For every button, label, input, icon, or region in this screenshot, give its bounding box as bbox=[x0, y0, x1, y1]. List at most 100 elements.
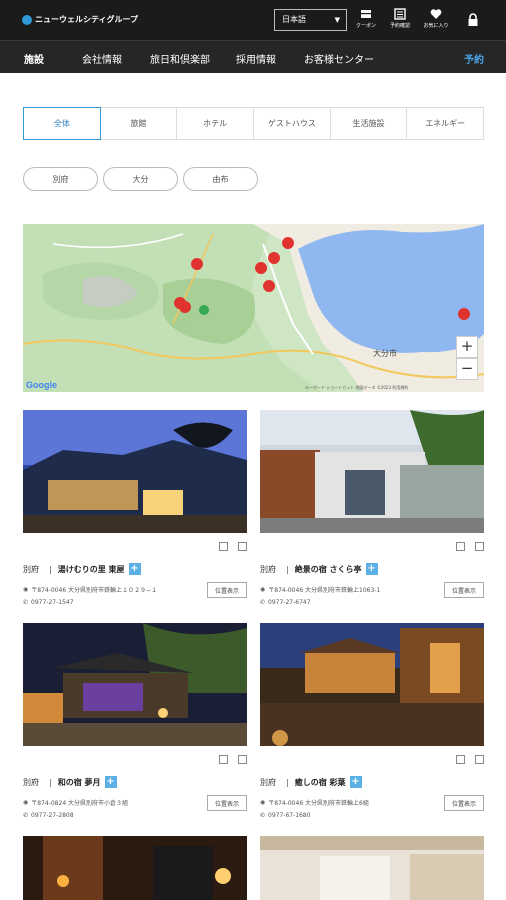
plus-icon[interactable]: + bbox=[365, 563, 378, 575]
coupon-label: クーポン bbox=[355, 23, 376, 29]
calendar-icon[interactable] bbox=[238, 542, 247, 551]
facility-photo[interactable] bbox=[23, 836, 247, 900]
map-attribution: キーボード ショートカット 地図データ ©2023 利用規約 bbox=[305, 384, 408, 390]
plus-icon[interactable]: + bbox=[104, 776, 117, 788]
phone-text[interactable]: 0977-27-1547 bbox=[31, 599, 74, 606]
nav-item-facilities[interactable]: 施設 bbox=[24, 51, 44, 66]
pin-icon: ◉ bbox=[260, 586, 266, 593]
card-name[interactable]: 癒しの宿 彩葉 bbox=[295, 777, 346, 788]
nav-item-recruit[interactable]: 採用情報 bbox=[236, 51, 276, 66]
facility-card[interactable]: 別府 | 和の宿 夢月 + ◉ 〒874-0824 大分県別府市小倉３組 ✆ 097… bbox=[23, 623, 247, 819]
language-value: 日本語 bbox=[282, 15, 306, 24]
card-actions bbox=[219, 542, 247, 551]
map-provider-logo: Google bbox=[26, 380, 57, 390]
phone-text[interactable]: 0977-67-1680 bbox=[268, 812, 311, 819]
calendar-icon[interactable] bbox=[475, 755, 484, 764]
zoom-out-button[interactable]: − bbox=[456, 358, 478, 380]
show-location-button[interactable]: 位置表示 bbox=[444, 795, 484, 811]
card-area: 別府 bbox=[260, 777, 276, 787]
reserve-link[interactable]: 予約 bbox=[464, 51, 484, 66]
phone-icon: ✆ bbox=[260, 599, 266, 606]
card-title: 別府 | 絶景の宿 さくら亭 + bbox=[260, 563, 378, 575]
zoom-in-button[interactable]: + bbox=[456, 336, 478, 358]
language-select[interactable]: 日本語 ▼ bbox=[274, 9, 347, 31]
nav-item-club[interactable]: 旅日和倶楽部 bbox=[150, 51, 210, 66]
facility-photo[interactable] bbox=[23, 623, 247, 746]
plus-icon[interactable]: + bbox=[349, 776, 362, 788]
facility-card[interactable]: 別府 | 癒しの宿 彩葉 + ◉ 〒874-0046 大分県別府市鉄輪上6組 ✆ 0… bbox=[260, 623, 484, 819]
pin-icon: ◉ bbox=[23, 586, 29, 593]
logo-mark-icon bbox=[22, 14, 32, 25]
calendar-icon[interactable] bbox=[475, 542, 484, 551]
facility-map[interactable]: 大分市 Google キーボード ショートカット 地図データ ©2023 利用規… bbox=[23, 224, 484, 392]
separator: | bbox=[49, 777, 52, 787]
show-location-button[interactable]: 位置表示 bbox=[207, 582, 247, 598]
phone-text[interactable]: 0977-27-2808 bbox=[31, 812, 74, 819]
area-filter-beppu[interactable]: 別府 bbox=[23, 167, 98, 191]
tab-guesthouse[interactable]: ゲストハウス bbox=[254, 108, 331, 139]
facility-photo[interactable] bbox=[260, 836, 484, 900]
tab-ryokan[interactable]: 旅館 bbox=[101, 108, 178, 139]
facility-photo[interactable] bbox=[23, 410, 247, 533]
phone-text[interactable]: 0977-27-6747 bbox=[268, 599, 311, 606]
card-address: ◉ 〒874-0046 大分県別府市鉄輪上1063-1 bbox=[260, 585, 380, 594]
card-name[interactable]: 湯けむりの里 東屋 bbox=[58, 564, 125, 575]
bookmark-icon[interactable] bbox=[456, 542, 465, 551]
card-phone: ✆ 0977-27-6747 bbox=[260, 599, 311, 606]
category-tabs: 全体 旅館 ホテル ゲストハウス 生活施設 エネルギー bbox=[23, 107, 484, 140]
lock-icon bbox=[468, 13, 478, 26]
plus-icon[interactable]: + bbox=[128, 563, 141, 575]
pin-icon: ◉ bbox=[260, 799, 266, 806]
logo[interactable]: ニューウェルシティグループ bbox=[22, 14, 138, 25]
card-actions bbox=[456, 542, 484, 551]
card-title: 別府 | 癒しの宿 彩葉 + bbox=[260, 776, 362, 788]
show-location-button[interactable]: 位置表示 bbox=[444, 582, 484, 598]
card-phone: ✆ 0977-27-1547 bbox=[23, 599, 74, 606]
reservation-check-button[interactable]: 予約確認 bbox=[384, 8, 416, 29]
reservation-check-icon bbox=[394, 8, 406, 20]
login-button[interactable] bbox=[457, 13, 489, 27]
bookmark-icon[interactable] bbox=[219, 755, 228, 764]
tab-living[interactable]: 生活施設 bbox=[331, 108, 408, 139]
nav-item-customer-center[interactable]: お客様センター bbox=[304, 51, 374, 66]
tab-hotel[interactable]: ホテル bbox=[177, 108, 255, 139]
card-actions bbox=[456, 755, 484, 764]
phone-icon: ✆ bbox=[23, 812, 29, 819]
separator: | bbox=[286, 777, 289, 787]
tab-energy[interactable]: エネルギー bbox=[407, 108, 483, 139]
card-name[interactable]: 絶景の宿 さくら亭 bbox=[295, 564, 362, 575]
chevron-down-icon: ▼ bbox=[334, 16, 340, 24]
card-title: 別府 | 湯けむりの里 東屋 + bbox=[23, 563, 141, 575]
main-nav: 施設 会社情報 旅日和倶楽部 採用情報 お客様センター 予約 bbox=[0, 40, 506, 73]
coupon-button[interactable]: クーポン bbox=[350, 8, 382, 29]
tab-all[interactable]: 全体 bbox=[23, 107, 101, 140]
map-canvas: 大分市 Google キーボード ショートカット 地図データ ©2023 利用規… bbox=[23, 224, 484, 392]
facility-photo[interactable] bbox=[260, 623, 484, 746]
card-phone: ✆ 0977-27-2808 bbox=[23, 812, 74, 819]
card-area: 別府 bbox=[23, 564, 39, 574]
address-text: 〒874-0046 大分県別府市鉄輪上6組 bbox=[268, 800, 369, 807]
phone-icon: ✆ bbox=[23, 599, 29, 606]
area-filter-oita[interactable]: 大分 bbox=[103, 167, 178, 191]
bookmark-icon[interactable] bbox=[456, 755, 465, 764]
calendar-icon[interactable] bbox=[238, 755, 247, 764]
card-address: ◉ 〒874-0046 大分県別府市鉄輪上１０２９−１ bbox=[23, 585, 157, 594]
map-city-label: 大分市 bbox=[373, 348, 397, 358]
card-area: 別府 bbox=[23, 777, 39, 787]
facility-card[interactable]: 別府 | 絶景の宿 さくら亭 + ◉ 〒874-0046 大分県別府市鉄輪上106… bbox=[260, 410, 484, 606]
nav-item-company[interactable]: 会社情報 bbox=[82, 51, 122, 66]
separator: | bbox=[49, 564, 52, 574]
card-phone: ✆ 0977-67-1680 bbox=[260, 812, 311, 819]
reservation-check-label: 予約確認 bbox=[389, 23, 410, 29]
area-filter-yufu[interactable]: 由布 bbox=[183, 167, 258, 191]
show-location-button[interactable]: 位置表示 bbox=[207, 795, 247, 811]
facility-photo[interactable] bbox=[260, 410, 484, 533]
bookmark-icon[interactable] bbox=[219, 542, 228, 551]
address-text: 〒874-0046 大分県別府市鉄輪上１０２９−１ bbox=[31, 587, 158, 594]
separator: | bbox=[286, 564, 289, 574]
card-name[interactable]: 和の宿 夢月 bbox=[58, 777, 101, 788]
favorite-button[interactable]: お気に入り bbox=[420, 8, 452, 29]
coupon-icon bbox=[361, 10, 371, 18]
facility-card[interactable]: 別府 | 湯けむりの里 東屋 + ◉ 〒874-0046 大分県別府市鉄輪上１０２… bbox=[23, 410, 247, 606]
phone-icon: ✆ bbox=[260, 812, 266, 819]
